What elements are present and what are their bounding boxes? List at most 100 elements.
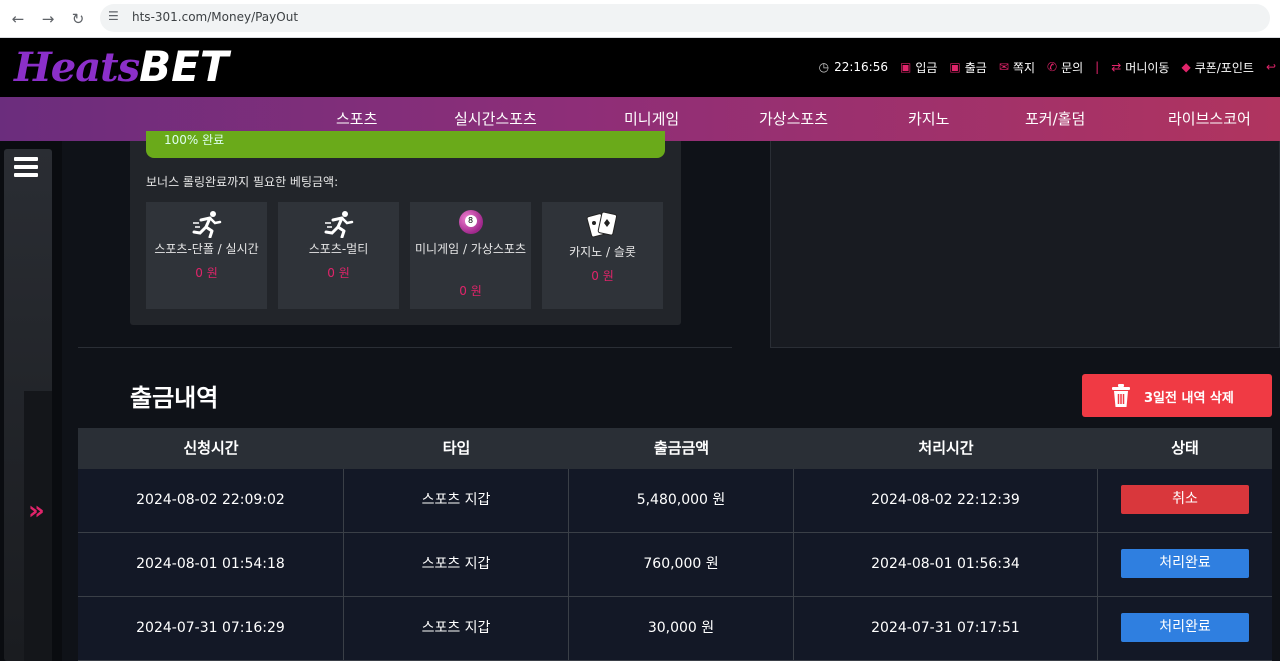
link-deposit-label: 입금 [915,60,938,75]
trash-icon [1112,384,1130,407]
runner-icon [146,210,267,240]
bonus-card-value: 0 원 [327,266,350,280]
link-inquiry[interactable]: ✆ 문의 [1047,59,1083,76]
bonus-card-name: 스포츠-멀티 [308,242,369,256]
delete-old-history-label: 3일전 내역 삭제 [1144,391,1234,406]
table-header: 신청시간 타입 출금금액 처리시간 상태 [78,428,1272,469]
menu-item-casino[interactable]: 카지노 [908,108,949,129]
chat-icon: ✆ [1047,60,1058,74]
ticket-icon: ◆ [1181,60,1191,74]
link-separator: | [1095,60,1100,74]
link-money-transfer[interactable]: ⇄ 머니이동 [1111,59,1169,76]
bonus-card-value: 0 원 [459,284,482,298]
bonus-progress-bar: 100% 완료 [146,131,665,158]
site-info-icon[interactable]: ☰ [108,9,119,23]
withdrawal-history-table: 신청시간 타입 출금금액 처리시간 상태 2024-08-02 22:09:02… [78,428,1272,661]
link-coupon-point[interactable]: ◆ 쿠폰/포인트 [1181,59,1253,76]
side-panel-notch [24,391,52,661]
page-title: 출금내역 [130,384,219,412]
column-header-amount: 출금금액 [653,439,710,457]
bonus-card: 스포츠-단폴 / 실시간 0 원 [146,202,267,309]
cell-status: 처리완료 [1098,533,1272,596]
bonus-panel: 100% 완료 보너스 롤링완료까지 필요한 베팅금액: 스포츠-단폴 / 실시… [130,131,681,325]
logout-icon: ↩ [1265,60,1276,74]
cell-status: 취소 [1098,469,1272,532]
status-badge: 취소 [1121,484,1249,514]
menu-item-live-sports[interactable]: 실시간스포츠 [454,108,537,129]
runner-icon [278,210,399,240]
hamburger-menu-icon[interactable] [14,157,38,181]
link-coupon-point-label: 쿠폰/포인트 [1194,60,1254,75]
browser-toolbar: ← → ↻ ☰ hts-301.com/Money/PayOut [0,0,1280,38]
link-money-transfer-label: 머니이동 [1125,60,1170,75]
delete-old-history-button[interactable]: 3일전 내역 삭제 [1082,374,1272,417]
menu-item-poker[interactable]: 포커/홀덤 [1025,108,1085,129]
bonus-card-value: 0 원 [591,269,614,283]
link-deposit[interactable]: ▣ 입금 [900,59,937,76]
bonus-card: 스포츠-멀티 0 원 [278,202,399,309]
cell-processed: 2024-08-01 01:56:34 [794,533,1098,596]
bonus-progress-text: 100% 완료 [164,133,225,147]
top-links: ◷ 22:16:56 ▣ 입금 ▣ 출금 ✉ 쪽지 ✆ 문의 | ⇄ 머니이동 … [819,58,1280,76]
cell-requested: 2024-07-31 07:16:29 [78,597,344,660]
expand-chevron-icon[interactable]: » [28,496,45,526]
logo-part-a: Heats [14,44,140,91]
clock-time: 22:16:56 [834,60,888,74]
link-inquiry-label: 문의 [1061,60,1084,75]
link-messages-label: 쪽지 [1012,60,1036,75]
plus-square-icon: ▣ [899,60,912,74]
cell-status: 처리완료 [1098,597,1272,660]
menu-item-minigame[interactable]: 미니게임 [624,108,679,129]
side-bar: » [0,141,62,661]
cards-icon [542,210,663,240]
cell-processed: 2024-08-02 22:12:39 [794,469,1098,532]
cell-type: 스포츠 지갑 [344,533,569,596]
logo-part-b: BET [139,42,229,91]
cell-amount: 30,000 원 [569,597,794,660]
link-messages[interactable]: ✉ 쪽지 [999,59,1035,76]
table-row: 2024-08-02 22:09:02 스포츠 지갑 5,480,000 원 2… [78,469,1272,533]
cell-amount: 760,000 원 [569,533,794,596]
link-withdraw[interactable]: ▣ 출금 [949,59,986,76]
menu-item-sports[interactable]: 스포츠 [336,108,377,129]
cell-type: 스포츠 지갑 [344,597,569,660]
cell-type: 스포츠 지갑 [344,469,569,532]
right-panel [770,141,1280,348]
column-header-processed: 처리시간 [918,439,974,457]
bonus-card-name: 스포츠-단폴 / 실시간 [154,242,259,256]
bonus-card-name: 미니게임 / 가상스포츠 [414,242,527,256]
cell-requested: 2024-08-01 01:54:18 [78,533,344,596]
column-header-status: 상태 [1171,439,1199,457]
column-header-requested: 신청시간 [183,439,239,457]
clock-icon: ◷ [818,60,830,74]
table-row: 2024-07-31 07:16:29 스포츠 지갑 30,000 원 2024… [78,597,1272,661]
menu-item-livescore[interactable]: 라이브스코어 [1168,108,1251,129]
status-badge: 처리완료 [1121,548,1249,578]
status-badge: 처리완료 [1121,612,1249,642]
reload-icon[interactable]: ↻ [68,9,88,29]
billiard-ball-icon [410,210,531,240]
bonus-card-value: 0 원 [195,266,218,280]
site-logo[interactable]: HeatsBET [14,42,229,92]
forward-arrow-icon[interactable]: → [38,9,58,29]
site-header: HeatsBET ◷ 22:16:56 ▣ 입금 ▣ 출금 ✉ 쪽지 ✆ 문의 … [0,38,1280,97]
cell-processed: 2024-07-31 07:17:51 [794,597,1098,660]
bonus-label: 보너스 롤링완료까지 필요한 베팅금액: [146,175,339,189]
bonus-card: 미니게임 / 가상스포츠 0 원 [410,202,531,309]
column-header-type: 타입 [442,439,471,457]
envelope-icon: ✉ [998,60,1009,74]
divider [78,347,732,348]
link-withdraw-label: 출금 [964,60,987,75]
address-bar[interactable]: ☰ hts-301.com/Money/PayOut [100,4,1270,32]
exchange-icon: ⇄ [1111,60,1122,74]
bonus-card-name: 카지노 / 슬롯 [569,245,636,259]
bonus-card: 카지노 / 슬롯 0 원 [542,202,663,309]
menu-item-virtual-sports[interactable]: 가상스포츠 [759,108,828,129]
cell-requested: 2024-08-02 22:09:02 [78,469,344,532]
cell-amount: 5,480,000 원 [569,469,794,532]
minus-square-icon: ▣ [949,60,961,74]
url-text: hts-301.com/Money/PayOut [132,10,299,24]
back-arrow-icon[interactable]: ← [8,9,28,29]
clock: ◷ 22:16:56 [819,60,888,74]
logout-link[interactable]: ↩ [1266,60,1280,74]
